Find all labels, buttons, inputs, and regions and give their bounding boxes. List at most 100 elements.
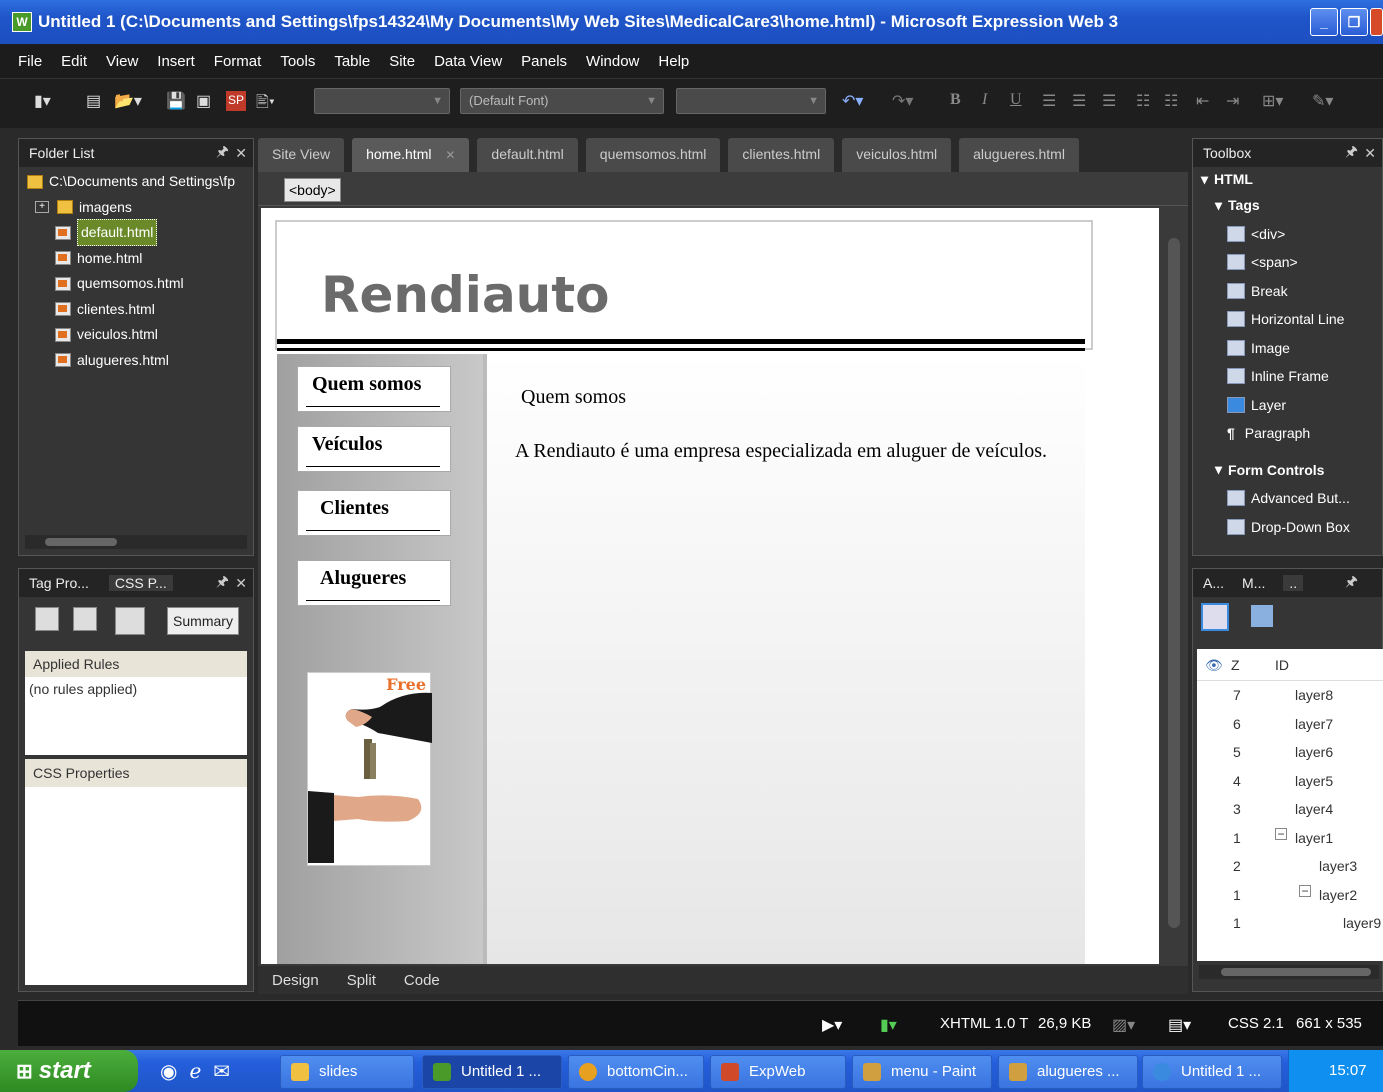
close-icon[interactable]: ✕	[1364, 145, 1376, 162]
highlight-icon[interactable]: ✎▾	[1312, 91, 1333, 115]
menu-file[interactable]: File	[18, 53, 42, 70]
file-item-default[interactable]: default.html	[27, 219, 253, 247]
compat-icon[interactable]: ▨▾	[1112, 1015, 1135, 1035]
file-item-veiculos[interactable]: veiculos.html	[27, 322, 253, 348]
toolbox-item-layer[interactable]: Layer	[1201, 391, 1382, 420]
visual-aids-icon[interactable]: ▶▾	[822, 1015, 842, 1035]
tab-veiculos-html[interactable]: veiculos.html	[842, 138, 952, 172]
file-item-quemsomos[interactable]: quemsomos.html	[27, 271, 253, 297]
align-center-icon[interactable]: ☰	[1072, 91, 1086, 115]
undo-icon[interactable]: ↶▾	[842, 91, 863, 115]
new-document-icon[interactable]: ▤	[86, 91, 101, 115]
layer-row[interactable]: 1 − layer2	[1197, 881, 1383, 910]
layer-row[interactable]: 5 layer6	[1197, 738, 1383, 767]
taskbar-item-expression-web[interactable]: Untitled 1 ...	[422, 1055, 562, 1089]
col-id-header[interactable]: ID	[1275, 657, 1289, 673]
toolbox-item-image[interactable]: Image	[1201, 334, 1382, 363]
menu-tools[interactable]: Tools	[280, 53, 315, 70]
layer-row[interactable]: 4 layer5	[1197, 767, 1383, 796]
pin-icon[interactable]: 🖈	[216, 141, 229, 165]
tab-layers[interactable]: ..	[1283, 575, 1304, 591]
editor-vscrollbar[interactable]	[1164, 210, 1186, 964]
tab-apply-styles[interactable]: A...	[1203, 575, 1224, 591]
nav-veiculos[interactable]: Veículos	[297, 426, 451, 472]
toolbox-item-div[interactable]: <div>	[1201, 220, 1382, 249]
menu-panels[interactable]: Panels	[521, 53, 567, 70]
tab-default-html[interactable]: default.html	[477, 138, 578, 172]
close-icon[interactable]: ✕	[235, 145, 247, 162]
menu-insert[interactable]: Insert	[157, 53, 195, 70]
menu-data-view[interactable]: Data View	[434, 53, 502, 70]
menu-site[interactable]: Site	[389, 53, 415, 70]
restore-button[interactable]: ❐	[1340, 8, 1368, 36]
tab-alugueres-html[interactable]: alugueres.html	[959, 138, 1079, 172]
file-item-home[interactable]: home.html	[27, 246, 253, 272]
tab-quemsomos-html[interactable]: quemsomos.html	[585, 138, 721, 172]
underline-icon[interactable]: U	[1010, 91, 1022, 115]
tab-code[interactable]: Code	[404, 972, 440, 989]
taskbar-item-ie[interactable]: Untitled 1 ...	[1142, 1055, 1282, 1089]
toolbox-item-paragraph[interactable]: ¶ Paragraph	[1201, 419, 1382, 448]
close-tab-icon[interactable]: ✕	[445, 148, 455, 162]
menu-edit[interactable]: Edit	[61, 53, 87, 70]
font-combo[interactable]: (Default Font) ▼	[460, 88, 664, 114]
close-icon[interactable]: ✕	[235, 575, 247, 592]
toolbox-item-inline-frame[interactable]: Inline Frame	[1201, 362, 1382, 391]
taskbar-item-powerpoint[interactable]: ExpWeb	[710, 1055, 846, 1089]
collapse-node-icon[interactable]: −	[1275, 827, 1287, 840]
tab-home-html[interactable]: home.html ✕	[352, 138, 470, 172]
toolbox-item-break[interactable]: Break	[1201, 277, 1382, 306]
tab-tag-properties[interactable]: Tag Pro...	[29, 575, 89, 591]
borders-icon[interactable]: ⊞▾	[1262, 91, 1283, 115]
layer-row[interactable]: 6 layer7	[1197, 710, 1383, 739]
minimize-button[interactable]: _	[1310, 8, 1338, 36]
page-size-indicator[interactable]: 661 x 535	[1296, 1015, 1362, 1032]
layer-row[interactable]: 3 layer4	[1197, 795, 1383, 824]
save-icon[interactable]: 💾	[166, 91, 186, 115]
bold-icon[interactable]: B	[950, 91, 961, 115]
italic-icon[interactable]: I	[982, 91, 987, 115]
folder-item-imagens[interactable]: + imagens	[27, 195, 253, 221]
style-combo[interactable]: ▼	[314, 88, 450, 114]
taskbar-item-slides[interactable]: slides	[280, 1055, 414, 1089]
clock[interactable]: 15:07	[1329, 1062, 1367, 1079]
folder-hscrollbar[interactable]	[25, 535, 247, 549]
nav-alugueres[interactable]: Alugueres	[297, 560, 451, 606]
align-left-icon[interactable]: ☰	[1042, 91, 1056, 115]
bullet-list-icon[interactable]: ☷	[1164, 91, 1178, 115]
nav-clientes[interactable]: Clientes	[297, 490, 451, 536]
nav-quem-somos[interactable]: Quem somos	[297, 366, 451, 412]
tab-manage-styles[interactable]: M...	[1242, 575, 1265, 591]
layer-row[interactable]: 2 layer3	[1197, 852, 1383, 881]
menu-format[interactable]: Format	[214, 53, 262, 70]
menu-help[interactable]: Help	[658, 53, 689, 70]
menu-window[interactable]: Window	[586, 53, 639, 70]
start-button[interactable]: ⊞ start	[0, 1050, 138, 1092]
taskbar-item-paint-alugueres[interactable]: alugueres ...	[998, 1055, 1138, 1089]
ie-quicklaunch-icon[interactable]: ℯ	[189, 1059, 201, 1084]
tab-split[interactable]: Split	[347, 972, 376, 989]
tab-design[interactable]: Design	[272, 972, 319, 989]
doctype-indicator[interactable]: XHTML 1.0 T	[940, 1015, 1028, 1032]
css-version-indicator[interactable]: CSS 2.1	[1228, 1015, 1284, 1032]
tab-css-properties[interactable]: CSS P...	[108, 575, 173, 591]
taskbar-item-chrome[interactable]: bottomCin...	[568, 1055, 704, 1089]
collapse-node-icon[interactable]: −	[1299, 884, 1311, 897]
folder-root[interactable]: C:\Documents and Settings\fp	[27, 169, 253, 195]
col-z-header[interactable]: Z	[1231, 657, 1240, 673]
sort-az-icon[interactable]	[73, 607, 97, 631]
decrease-indent-icon[interactable]: ⇤	[1196, 91, 1209, 115]
outlook-quicklaunch-icon[interactable]: ✉	[213, 1059, 230, 1084]
scroll-thumb[interactable]	[1168, 238, 1180, 928]
layer-row[interactable]: 1 layer9	[1197, 909, 1383, 938]
layers-hscrollbar[interactable]	[1199, 965, 1379, 979]
toolbox-item-advanced-button[interactable]: Advanced But...	[1201, 484, 1382, 513]
chrome-quicklaunch-icon[interactable]: ◉	[160, 1059, 177, 1084]
menu-view[interactable]: View	[106, 53, 138, 70]
open-folder-icon[interactable]: 📂▾	[114, 91, 142, 115]
categorized-icon[interactable]	[35, 607, 59, 631]
numbered-list-icon[interactable]: ☷	[1136, 91, 1150, 115]
save-all-icon[interactable]: ▣	[196, 91, 211, 115]
layer-row[interactable]: 7 layer8	[1197, 681, 1383, 710]
preview-icon[interactable]: 🖹▾	[256, 91, 275, 115]
